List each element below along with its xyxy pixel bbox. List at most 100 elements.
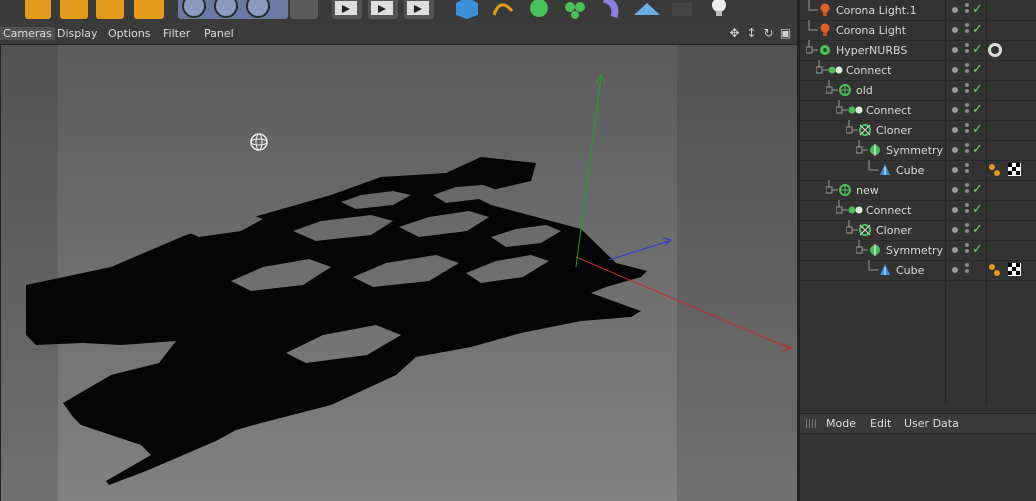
visibility-toggle-icon[interactable] bbox=[965, 3, 969, 17]
visibility-toggle-icon[interactable] bbox=[965, 43, 969, 57]
visibility-toggle-icon[interactable] bbox=[965, 123, 969, 137]
3d-viewport[interactable] bbox=[0, 45, 799, 501]
visibility-toggle-icon[interactable] bbox=[965, 23, 969, 37]
object-name[interactable]: Cloner bbox=[876, 124, 912, 137]
layer-dot-icon[interactable] bbox=[952, 127, 958, 133]
layer-dot-icon[interactable] bbox=[952, 207, 958, 213]
object-row[interactable]: Cube bbox=[800, 260, 1036, 281]
object-name[interactable]: new bbox=[856, 184, 879, 197]
object-name[interactable]: Symmetry bbox=[886, 244, 943, 257]
visibility-toggle-icon[interactable] bbox=[965, 63, 969, 77]
object-name[interactable]: HyperNURBS bbox=[836, 44, 907, 57]
enabled-check-icon[interactable]: ✓ bbox=[972, 121, 983, 139]
layer-dot-icon[interactable] bbox=[952, 227, 958, 233]
object-row[interactable]: Corona Light.1 ✓ bbox=[800, 0, 1036, 21]
object-row[interactable]: HyperNURBS ✓ bbox=[800, 40, 1036, 61]
object-name[interactable]: Cloner bbox=[876, 224, 912, 237]
enabled-check-icon[interactable]: ✓ bbox=[972, 221, 983, 239]
deformer-icon[interactable] bbox=[596, 0, 626, 19]
object-row[interactable]: Connect ✓ bbox=[800, 100, 1036, 121]
object-row[interactable]: Connect ✓ bbox=[800, 60, 1036, 81]
menu-options[interactable]: Options bbox=[108, 27, 150, 40]
move-tool-icon[interactable] bbox=[25, 0, 51, 19]
axis-lock-buttons[interactable] bbox=[178, 0, 288, 19]
object-row[interactable]: Corona Light ✓ bbox=[800, 20, 1036, 41]
menu-display[interactable]: Display bbox=[57, 27, 98, 40]
add-tool-icon[interactable] bbox=[134, 0, 164, 19]
menu-panel[interactable]: Panel bbox=[204, 27, 234, 40]
object-name[interactable]: Corona Light bbox=[836, 24, 906, 37]
menu-user-data[interactable]: User Data bbox=[904, 417, 959, 430]
render-settings-icon[interactable] bbox=[404, 0, 434, 19]
object-name[interactable]: Connect bbox=[846, 64, 891, 77]
light-object-icon[interactable] bbox=[704, 0, 734, 19]
enabled-check-icon[interactable]: ✓ bbox=[972, 181, 983, 199]
object-row[interactable]: Cube bbox=[800, 160, 1036, 181]
layer-dot-icon[interactable] bbox=[952, 47, 958, 53]
visibility-toggle-icon[interactable] bbox=[965, 83, 969, 97]
phong-tag-icon[interactable] bbox=[988, 263, 1022, 280]
layer-dot-icon[interactable] bbox=[952, 27, 958, 33]
layer-dot-icon[interactable] bbox=[952, 267, 958, 273]
enabled-check-icon[interactable]: ✓ bbox=[972, 1, 983, 19]
visibility-toggle-icon[interactable] bbox=[965, 183, 969, 197]
object-row[interactable]: old ✓ bbox=[800, 80, 1036, 101]
enabled-check-icon[interactable]: ✓ bbox=[972, 61, 983, 79]
scale-tool-icon[interactable] bbox=[60, 0, 88, 19]
floor-object-icon[interactable] bbox=[632, 0, 662, 19]
layer-dot-icon[interactable] bbox=[952, 247, 958, 253]
toggle-view-icon[interactable]: ▣ bbox=[779, 27, 792, 40]
render-view-icon[interactable] bbox=[332, 0, 362, 19]
layer-dot-icon[interactable] bbox=[952, 67, 958, 73]
visibility-toggle-icon[interactable] bbox=[965, 143, 969, 157]
rotate-view-icon[interactable]: ↻ bbox=[762, 27, 775, 40]
move-view-icon[interactable]: ✥ bbox=[728, 27, 741, 40]
object-name[interactable]: Connect bbox=[866, 204, 911, 217]
spline-pen-icon[interactable] bbox=[488, 0, 518, 19]
mograph-cloner-icon[interactable] bbox=[560, 0, 590, 19]
layer-dot-icon[interactable] bbox=[952, 7, 958, 13]
layer-dot-icon[interactable] bbox=[952, 167, 958, 173]
object-name[interactable]: old bbox=[856, 84, 873, 97]
visibility-toggle-icon[interactable] bbox=[965, 243, 969, 257]
enabled-check-icon[interactable]: ✓ bbox=[972, 21, 983, 39]
menu-cameras[interactable]: Cameras bbox=[0, 27, 55, 40]
layer-dot-icon[interactable] bbox=[952, 147, 958, 153]
menu-mode[interactable]: Mode bbox=[826, 417, 856, 430]
material-tag-icon[interactable] bbox=[986, 41, 1004, 62]
zoom-view-icon[interactable]: ↕ bbox=[745, 27, 758, 40]
enabled-check-icon[interactable]: ✓ bbox=[972, 81, 983, 99]
layer-dot-icon[interactable] bbox=[952, 187, 958, 193]
menu-filter[interactable]: Filter bbox=[163, 27, 190, 40]
enabled-check-icon[interactable]: ✓ bbox=[972, 201, 983, 219]
enabled-check-icon[interactable]: ✓ bbox=[972, 41, 983, 59]
rotate-tool-icon[interactable] bbox=[96, 0, 124, 19]
enabled-check-icon[interactable]: ✓ bbox=[972, 241, 983, 259]
visibility-toggle-icon[interactable] bbox=[965, 263, 969, 277]
enabled-check-icon[interactable]: ✓ bbox=[972, 141, 983, 159]
phong-tag-icon[interactable] bbox=[988, 163, 1022, 180]
visibility-toggle-icon[interactable] bbox=[965, 103, 969, 117]
object-row[interactable]: Cloner ✓ bbox=[800, 120, 1036, 141]
corona-light-gizmo-icon[interactable] bbox=[250, 133, 268, 151]
object-name[interactable]: Corona Light.1 bbox=[836, 4, 917, 17]
object-name[interactable]: Connect bbox=[866, 104, 911, 117]
object-name[interactable]: Symmetry bbox=[886, 144, 943, 157]
grip-icon[interactable] bbox=[806, 419, 817, 428]
layer-dot-icon[interactable] bbox=[952, 107, 958, 113]
object-row[interactable]: new ✓ bbox=[800, 180, 1036, 201]
nurbs-generator-icon[interactable] bbox=[524, 0, 554, 19]
visibility-toggle-icon[interactable] bbox=[965, 203, 969, 217]
visibility-toggle-icon[interactable] bbox=[965, 163, 969, 177]
menu-edit[interactable]: Edit bbox=[870, 417, 891, 430]
layer-dot-icon[interactable] bbox=[952, 87, 958, 93]
object-row[interactable]: Symmetry ✓ bbox=[800, 140, 1036, 161]
object-row[interactable]: Cloner ✓ bbox=[800, 220, 1036, 241]
enabled-check-icon[interactable]: ✓ bbox=[972, 101, 983, 119]
coordinate-system-icon[interactable] bbox=[290, 0, 318, 19]
render-to-picture-viewer-icon[interactable] bbox=[368, 0, 398, 19]
cube-object-icon[interactable] bbox=[452, 0, 482, 19]
visibility-toggle-icon[interactable] bbox=[965, 223, 969, 237]
object-name[interactable]: Cube bbox=[896, 164, 924, 177]
object-row[interactable]: Symmetry ✓ bbox=[800, 240, 1036, 261]
